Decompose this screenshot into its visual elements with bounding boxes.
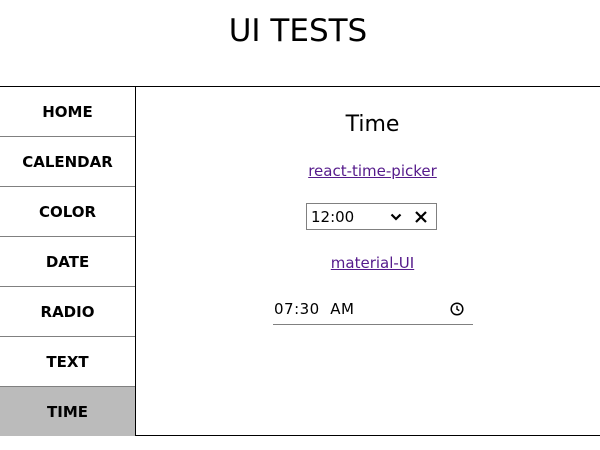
- sidebar-item-calendar[interactable]: CALENDAR: [0, 137, 135, 187]
- material-ui-link[interactable]: material-UI: [331, 254, 414, 272]
- close-icon[interactable]: [413, 209, 429, 225]
- material-ui-time-input[interactable]: 07:30 AM: [273, 293, 473, 325]
- sidebar-item-label: TEXT: [46, 352, 89, 371]
- sidebar-item-label: TIME: [47, 402, 88, 421]
- app-layout: HOME CALENDAR COLOR DATE RADIO TEXT TIME…: [0, 86, 600, 436]
- sidebar-item-label: DATE: [45, 252, 90, 271]
- react-time-picker[interactable]: 12:00: [306, 203, 437, 230]
- chevron-down-icon[interactable]: [389, 209, 403, 225]
- main-content: Time react-time-picker 12:00 material-UI…: [136, 87, 600, 436]
- clock-icon[interactable]: [449, 301, 465, 317]
- react-time-picker-link[interactable]: react-time-picker: [308, 162, 437, 180]
- sidebar-item-time[interactable]: TIME: [0, 387, 135, 436]
- app-title: UI TESTS: [228, 13, 368, 49]
- sidebar-nav: HOME CALENDAR COLOR DATE RADIO TEXT TIME: [0, 87, 136, 436]
- sidebar-item-label: CALENDAR: [22, 152, 113, 171]
- sidebar-item-label: HOME: [42, 102, 93, 121]
- sidebar-item-text[interactable]: TEXT: [0, 337, 135, 387]
- react-time-picker-link-row: react-time-picker: [136, 161, 600, 181]
- time-input-value[interactable]: 07:30 AM: [274, 300, 449, 318]
- sidebar-item-color[interactable]: COLOR: [0, 187, 135, 237]
- section-title: Time: [345, 112, 400, 137]
- sidebar-item-home[interactable]: HOME: [0, 87, 135, 137]
- sidebar-item-label: RADIO: [40, 302, 95, 321]
- material-ui-link-row: material-UI: [136, 253, 600, 273]
- sidebar-item-radio[interactable]: RADIO: [0, 287, 135, 337]
- page: UI TESTS HOME CALENDAR COLOR DATE RADIO …: [0, 0, 600, 450]
- time-picker-value[interactable]: 12:00: [311, 208, 389, 226]
- sidebar-item-date[interactable]: DATE: [0, 237, 135, 287]
- sidebar-item-label: COLOR: [38, 202, 97, 221]
